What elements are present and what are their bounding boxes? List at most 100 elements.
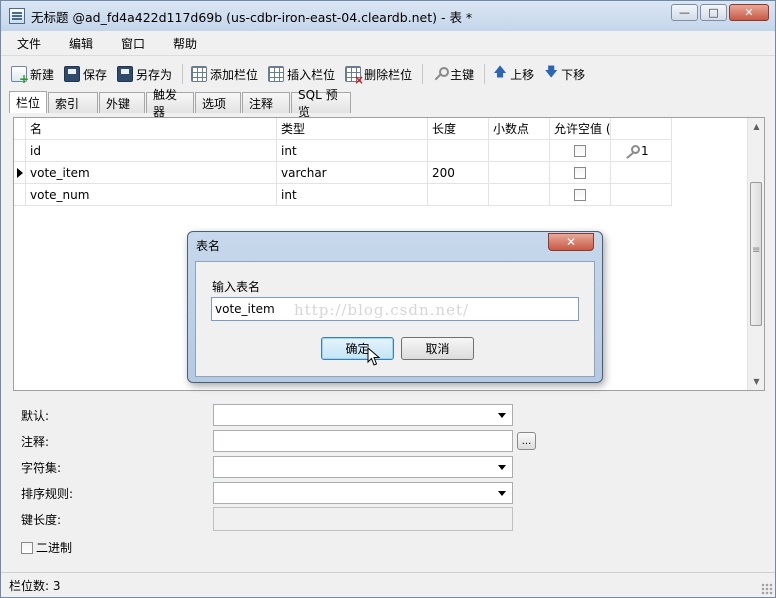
- field-type-cell[interactable]: int: [277, 184, 428, 206]
- field-type-cell[interactable]: int: [277, 140, 428, 162]
- dialog-title-bar[interactable]: 表名: [188, 232, 602, 258]
- allow-null-cell: [550, 162, 611, 184]
- row-indicator: [14, 162, 26, 184]
- new-button[interactable]: 新建: [7, 62, 58, 86]
- allow-null-checkbox[interactable]: [574, 144, 586, 157]
- new-table-icon: [11, 66, 29, 86]
- minimize-button[interactable]: —: [671, 4, 698, 21]
- save-button[interactable]: 保存: [60, 62, 111, 86]
- binary-row[interactable]: 二进制: [21, 539, 72, 556]
- save-label: 保存: [83, 67, 108, 82]
- key-length-input: [213, 507, 513, 531]
- allow-null-cell: [550, 184, 611, 206]
- charset-combo[interactable]: [213, 456, 513, 478]
- menu-file[interactable]: 文件: [7, 35, 51, 52]
- primary-key-button[interactable]: 主键: [427, 62, 478, 86]
- allow-null-checkbox[interactable]: [574, 188, 586, 201]
- resize-grip-icon[interactable]: [761, 583, 773, 595]
- table-name-input[interactable]: vote_item http://blog.csdn.net/: [211, 297, 579, 321]
- charset-label: 字符集:: [21, 460, 62, 475]
- scroll-thumb[interactable]: [750, 182, 762, 326]
- close-button[interactable]: ✕: [729, 4, 769, 21]
- tab-fields[interactable]: 栏位: [9, 91, 48, 113]
- comment-ellipsis-button[interactable]: ...: [517, 432, 536, 450]
- cancel-button[interactable]: 取消: [401, 337, 474, 360]
- ok-button[interactable]: 确定: [321, 337, 394, 360]
- insert-field-icon: [268, 66, 285, 82]
- blog-watermark: http://blog.csdn.net/: [294, 301, 470, 319]
- arrow-up-icon: 🡅: [493, 65, 507, 80]
- header-type[interactable]: 类型: [277, 118, 428, 140]
- tab-foreign-keys[interactable]: 外键: [99, 92, 146, 113]
- add-field-button[interactable]: 添加栏位: [187, 62, 262, 86]
- dialog-close-button[interactable]: ✕: [548, 233, 594, 251]
- header-allow-null[interactable]: 允许空值 (: [550, 118, 611, 140]
- toolbar: 新建 保存 另存为 添加栏位 插入栏位 删除栏位 主键 🡅: [1, 59, 775, 89]
- table-designer-window: 无标题 @ad_fd4a422d117d69b (us-cdbr-iron-ea…: [0, 0, 776, 598]
- save-as-button[interactable]: 另存为: [113, 62, 176, 86]
- field-length-cell[interactable]: [428, 184, 489, 206]
- field-name-cell[interactable]: id: [26, 140, 277, 162]
- arrow-down-icon: 🡇: [544, 65, 558, 80]
- default-label: 默认:: [21, 408, 50, 423]
- tab-indexes[interactable]: 索引: [48, 92, 99, 113]
- move-up-button[interactable]: 🡅 上移: [489, 62, 538, 86]
- save-as-icon: [117, 66, 134, 82]
- toolbar-separator: [484, 64, 486, 84]
- tab-comment[interactable]: 注释: [242, 92, 291, 113]
- scroll-down-icon[interactable]: ▼: [748, 373, 765, 390]
- comment-input[interactable]: [213, 430, 513, 452]
- field-decimals-cell[interactable]: [489, 184, 550, 206]
- field-decimals-cell[interactable]: [489, 162, 550, 184]
- table-row[interactable]: vote_item varchar 200: [14, 162, 764, 184]
- field-length-cell[interactable]: [428, 140, 489, 162]
- field-decimals-cell[interactable]: [489, 140, 550, 162]
- grid-vertical-scrollbar[interactable]: ▲ ▼: [747, 118, 764, 390]
- key-order: 1: [641, 143, 649, 158]
- allow-null-checkbox[interactable]: [574, 166, 586, 179]
- header-name[interactable]: 名: [26, 118, 277, 140]
- menu-help[interactable]: 帮助: [163, 35, 207, 52]
- add-field-icon: [191, 66, 208, 82]
- header-decimals[interactable]: 小数点: [489, 118, 550, 140]
- table-row[interactable]: id int 1: [14, 140, 764, 162]
- title-bar[interactable]: 无标题 @ad_fd4a422d117d69b (us-cdbr-iron-ea…: [1, 1, 775, 31]
- binary-checkbox[interactable]: [21, 541, 33, 554]
- move-down-button[interactable]: 🡇 下移: [540, 62, 589, 86]
- delete-field-button[interactable]: 删除栏位: [341, 62, 416, 87]
- insert-field-button[interactable]: 插入栏位: [264, 62, 339, 86]
- primary-key-label: 主键: [450, 67, 475, 82]
- field-name-cell[interactable]: vote_num: [26, 184, 277, 206]
- move-down-label: 下移: [561, 67, 586, 82]
- delete-field-icon: [345, 66, 364, 87]
- scroll-up-icon[interactable]: ▲: [748, 118, 765, 135]
- collation-combo[interactable]: [213, 482, 513, 504]
- field-name-cell[interactable]: vote_item: [26, 162, 277, 184]
- header-length[interactable]: 长度: [428, 118, 489, 140]
- field-length-cell[interactable]: 200: [428, 162, 489, 184]
- default-row: 默认:: [13, 404, 765, 426]
- dialog-title: 表名: [196, 238, 221, 253]
- comment-label: 注释:: [21, 434, 50, 449]
- table-row[interactable]: vote_num int: [14, 184, 764, 206]
- tab-sql-preview[interactable]: SQL 预览: [291, 88, 352, 119]
- maximize-button[interactable]: □: [700, 4, 727, 21]
- key-icon: [431, 66, 450, 82]
- toolbar-separator: [182, 64, 184, 84]
- save-as-label: 另存为: [136, 67, 173, 82]
- key-cell: [611, 162, 672, 184]
- insert-field-label: 插入栏位: [287, 67, 336, 82]
- move-up-label: 上移: [510, 67, 535, 82]
- menu-bar: 文件 编辑 窗口 帮助: [1, 32, 775, 56]
- tab-options[interactable]: 选项: [195, 92, 242, 113]
- row-indicator: [14, 140, 26, 162]
- table-name-value: vote_item: [215, 302, 275, 316]
- field-type-cell[interactable]: varchar: [277, 162, 428, 184]
- header-key[interactable]: [611, 118, 672, 140]
- default-combo[interactable]: [213, 404, 513, 426]
- tab-triggers[interactable]: 触发器: [146, 88, 195, 119]
- key-length-row: 键长度:: [13, 507, 765, 531]
- menu-edit[interactable]: 编辑: [59, 35, 103, 52]
- add-field-label: 添加栏位: [210, 67, 259, 82]
- menu-window[interactable]: 窗口: [111, 35, 155, 52]
